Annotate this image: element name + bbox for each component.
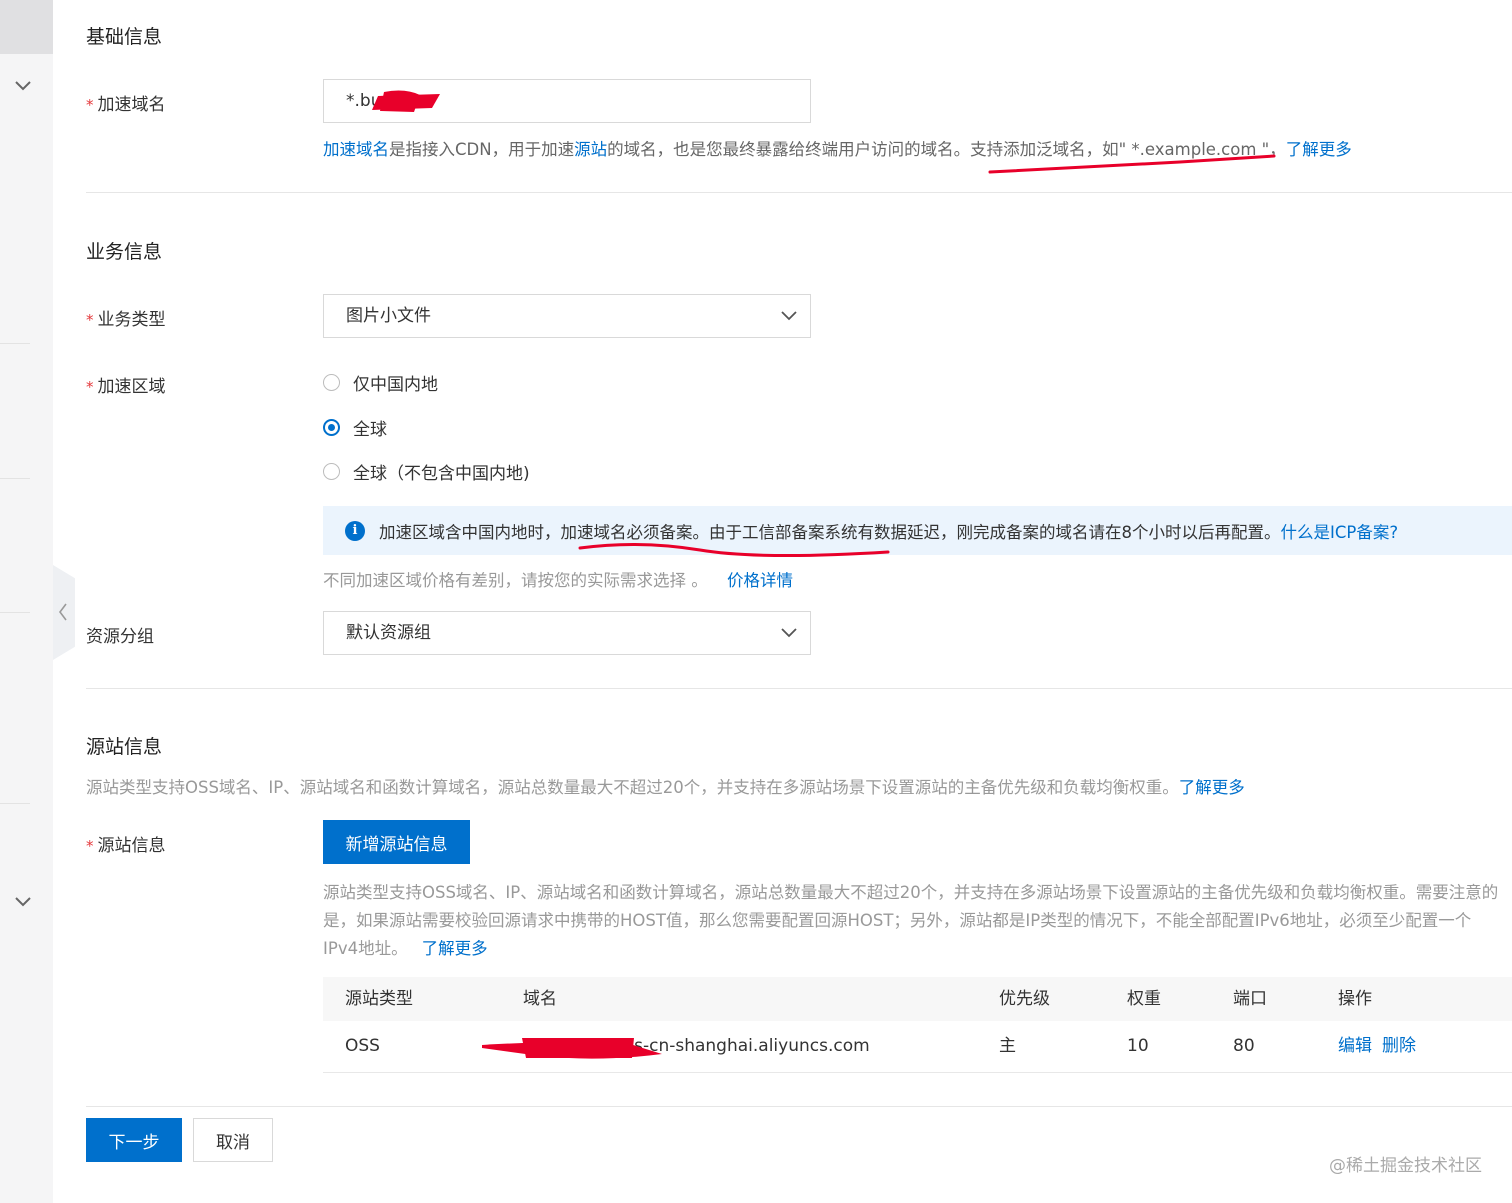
section-title-basic: 基础信息 bbox=[86, 26, 163, 48]
domain-input-value: *.bu om bbox=[346, 91, 414, 111]
watermark: @稀土掘金技术社区 bbox=[1329, 1156, 1482, 1176]
add-origin-button[interactable]: 新增源站信息 bbox=[323, 820, 470, 864]
priority-cell: 主 bbox=[999, 1036, 1016, 1056]
help-line: 是，如果源站需要校验回源请求中携带的HOST值，那么您需要配置回源HOST；另外… bbox=[323, 911, 1472, 930]
edit-link[interactable]: 编辑 bbox=[1338, 1021, 1372, 1072]
radio-checked[interactable] bbox=[323, 418, 340, 436]
section-divider bbox=[86, 1106, 1512, 1107]
origin-term-link[interactable]: 源站 bbox=[574, 140, 607, 159]
domain-label-text: 加速域名 bbox=[97, 95, 166, 115]
chevron-down-icon[interactable] bbox=[12, 74, 34, 96]
help-line: 源站类型支持OSS域名、IP、源站域名和函数计算域名，源站总数量最大不超过20个… bbox=[323, 883, 1499, 902]
chevron-left-icon[interactable] bbox=[56, 600, 70, 624]
weight-cell: 10 bbox=[1127, 1036, 1149, 1056]
origin-help-text: 源站类型支持OSS域名、IP、源站域名和函数计算域名，源站总数量最大不超过20个… bbox=[323, 879, 1512, 963]
section-divider bbox=[86, 192, 1512, 193]
section-divider bbox=[86, 688, 1512, 689]
origin-section-desc: 源站类型支持OSS域名、IP、源站域名和函数计算域名，源站总数量最大不超过20个… bbox=[86, 774, 1245, 798]
domain-description: 加速域名是指接入CDN，用于加速源站的域名，也是您最终暴露给终端用户访问的域名。… bbox=[323, 136, 1352, 160]
section-title-origin: 源站信息 bbox=[86, 736, 163, 758]
column-header: 源站类型 bbox=[345, 989, 413, 1009]
column-header: 域名 bbox=[523, 989, 557, 1009]
cancel-button[interactable]: 取消 bbox=[193, 1118, 273, 1162]
section-title-business: 业务信息 bbox=[86, 241, 163, 263]
info-icon: i bbox=[345, 520, 365, 541]
business-type-value: 图片小文件 bbox=[346, 306, 431, 326]
domain-desc-text: 是指接入CDN，用于加速 bbox=[389, 140, 575, 159]
table-header: 源站类型 域名 优先级 权重 端口 操作 bbox=[323, 977, 1512, 1021]
price-details-link[interactable]: 价格详情 bbox=[727, 571, 793, 590]
notice-text: 加速区域含中国内地时，加速域名必须备案。由于工信部备案系统有数据延迟，刚完成备案… bbox=[379, 522, 1281, 542]
domain-field-label: * 加速域名 bbox=[86, 90, 166, 115]
region-option-global-excl-mainland[interactable]: 全球（不包含中国内地) bbox=[323, 459, 530, 484]
domain-input[interactable]: *.bu om bbox=[323, 79, 811, 123]
left-rail bbox=[0, 0, 53, 1203]
column-header: 权重 bbox=[1127, 989, 1161, 1009]
required-marker: * bbox=[86, 96, 94, 114]
required-marker: * bbox=[86, 378, 94, 396]
chevron-down-icon[interactable] bbox=[12, 890, 34, 912]
column-header: 操作 bbox=[1338, 989, 1372, 1009]
icp-notice: i 加速区域含中国内地时，加速域名必须备案。由于工信部备案系统有数据延迟，刚完成… bbox=[323, 506, 1512, 555]
radio-label: 全球（不包含中国内地) bbox=[353, 463, 530, 484]
resource-group-value: 默认资源组 bbox=[346, 623, 431, 643]
icp-link[interactable]: 什么是ICP备案? bbox=[1281, 519, 1399, 543]
price-hint-text: 不同加速区域价格有差别，请按您的实际需求选择 。 bbox=[323, 571, 708, 590]
rail-divider bbox=[0, 612, 30, 613]
origin-domain-cell: b oss-cn-shanghai.aliyuncs.com bbox=[523, 1036, 870, 1056]
region-option-global[interactable]: 全球 bbox=[323, 415, 387, 440]
rail-divider bbox=[0, 343, 30, 344]
price-hint: 不同加速区域价格有差别，请按您的实际需求选择 。 价格详情 bbox=[323, 567, 793, 591]
radio-label: 仅中国内地 bbox=[353, 374, 438, 395]
required-marker: * bbox=[86, 311, 94, 329]
rail-divider bbox=[0, 478, 30, 479]
help-line: IPv4地址。 bbox=[323, 939, 408, 958]
business-type-select[interactable]: 图片小文件 bbox=[323, 294, 811, 338]
chevron-down-icon bbox=[781, 628, 797, 638]
learn-more-link[interactable]: 了解更多 bbox=[422, 939, 488, 958]
rail-active-item[interactable] bbox=[0, 0, 53, 54]
next-step-button[interactable]: 下一步 bbox=[86, 1118, 182, 1162]
port-cell: 80 bbox=[1233, 1036, 1255, 1056]
delete-link[interactable]: 删除 bbox=[1382, 1021, 1416, 1072]
table-row: OSS b oss-cn-shanghai.aliyuncs.com 主 10 … bbox=[323, 1021, 1512, 1073]
chevron-down-icon bbox=[781, 311, 797, 321]
domain-term-link[interactable]: 加速域名 bbox=[323, 140, 389, 159]
required-marker: * bbox=[86, 837, 94, 855]
column-header: 端口 bbox=[1233, 989, 1267, 1009]
radio-label: 全球 bbox=[353, 419, 387, 440]
business-type-label: * 业务类型 bbox=[86, 305, 166, 330]
origin-field-label: * 源站信息 bbox=[86, 831, 166, 856]
region-option-mainland[interactable]: 仅中国内地 bbox=[323, 370, 438, 395]
domain-desc-text-2: 的域名，也是您最终暴露给终端用户访问的域名。支持添加泛域名，如" *.examp… bbox=[607, 140, 1286, 159]
radio-unchecked[interactable] bbox=[323, 373, 340, 391]
learn-more-link[interactable]: 了解更多 bbox=[1179, 778, 1245, 797]
resource-group-label: 资源分组 bbox=[86, 627, 154, 647]
region-label-text: 加速区域 bbox=[97, 377, 166, 397]
column-header: 优先级 bbox=[999, 989, 1050, 1009]
region-label: * 加速区域 bbox=[86, 372, 166, 397]
radio-unchecked[interactable] bbox=[323, 462, 340, 480]
business-type-label-text: 业务类型 bbox=[97, 310, 166, 330]
origin-field-label-text: 源站信息 bbox=[97, 836, 166, 856]
learn-more-link[interactable]: 了解更多 bbox=[1286, 140, 1352, 159]
origin-table: 源站类型 域名 优先级 权重 端口 操作 OSS b oss-cn-shangh… bbox=[323, 977, 1512, 1073]
resource-group-select[interactable]: 默认资源组 bbox=[323, 611, 811, 655]
origin-type-cell: OSS bbox=[345, 1036, 380, 1056]
origin-desc-text: 源站类型支持OSS域名、IP、源站域名和函数计算域名，源站总数量最大不超过20个… bbox=[86, 778, 1179, 797]
rail-divider bbox=[0, 803, 30, 804]
